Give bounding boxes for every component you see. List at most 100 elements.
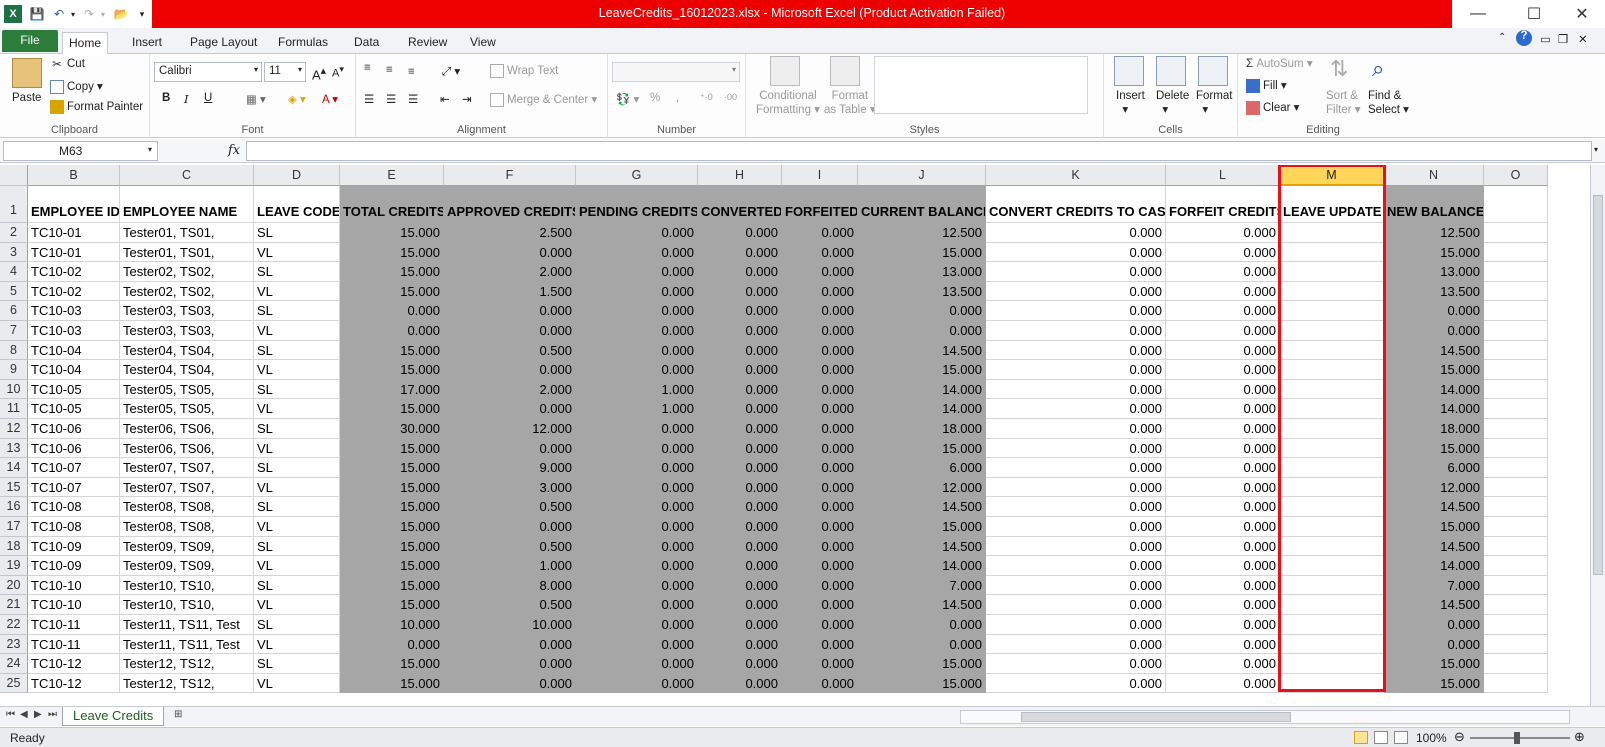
- table-cell[interactable]: Tester08, TS08,: [120, 517, 254, 537]
- table-cell[interactable]: 0.000: [1166, 438, 1280, 459]
- vertical-scroll-thumb[interactable]: [1593, 195, 1603, 575]
- column-header-c[interactable]: C: [120, 165, 254, 186]
- page-layout-view-button[interactable]: [1374, 731, 1388, 744]
- table-cell[interactable]: VL: [254, 477, 340, 498]
- table-cell[interactable]: SL: [254, 575, 340, 596]
- table-cell[interactable]: 0.000: [576, 536, 698, 557]
- table-cell[interactable]: 0.000: [444, 634, 576, 655]
- shrink-font-icon[interactable]: A▾: [332, 64, 344, 80]
- worksheet-grid[interactable]: B C D E F G H I J K L M N O 1 EMPLOYEE ID EMPLOYEE NAME L…: [0, 165, 1590, 706]
- table-cell[interactable]: 13.000: [858, 262, 986, 282]
- table-cell[interactable]: 18.000: [1384, 419, 1484, 439]
- table-cell[interactable]: [1484, 477, 1548, 498]
- table-cell[interactable]: Tester02, TS02,: [120, 262, 254, 282]
- header-cell[interactable]: CURRENT BALANCE: [858, 186, 986, 223]
- table-cell[interactable]: 0.000: [986, 223, 1166, 243]
- autosum-button[interactable]: Σ AutoSum ▾: [1246, 56, 1313, 70]
- table-cell[interactable]: 0.000: [698, 536, 782, 557]
- table-cell[interactable]: 15.000: [340, 654, 444, 674]
- column-header-k[interactable]: K: [986, 165, 1166, 186]
- table-cell[interactable]: [1280, 379, 1384, 400]
- row-header-6[interactable]: 6: [0, 301, 28, 321]
- percent-button[interactable]: %: [650, 92, 660, 104]
- table-cell[interactable]: [1280, 458, 1384, 478]
- doc-close-icon[interactable]: ✕: [1578, 32, 1588, 46]
- redo-dropdown-icon[interactable]: ▾: [94, 5, 112, 23]
- table-cell[interactable]: 15.000: [858, 438, 986, 459]
- table-cell[interactable]: TC10-12: [28, 673, 120, 694]
- table-cell[interactable]: SL: [254, 497, 340, 517]
- table-cell[interactable]: 0.000: [782, 556, 858, 576]
- table-cell[interactable]: 14.000: [858, 379, 986, 400]
- table-cell[interactable]: 1.000: [444, 556, 576, 576]
- table-cell[interactable]: [1280, 536, 1384, 557]
- table-cell[interactable]: 0.000: [576, 438, 698, 459]
- table-cell[interactable]: [1280, 281, 1384, 302]
- column-header-m[interactable]: M: [1280, 165, 1384, 186]
- table-cell[interactable]: 0.000: [1166, 321, 1280, 341]
- row-header-16[interactable]: 16: [0, 497, 28, 517]
- table-cell[interactable]: 0.000: [858, 615, 986, 635]
- table-cell[interactable]: 12.500: [1384, 223, 1484, 243]
- table-cell[interactable]: 0.000: [698, 242, 782, 263]
- table-cell[interactable]: [1484, 301, 1548, 321]
- table-cell[interactable]: [1280, 654, 1384, 674]
- table-cell[interactable]: TC10-05: [28, 399, 120, 419]
- table-cell[interactable]: [1280, 595, 1384, 615]
- borders-icon[interactable]: ▦ ▾: [246, 92, 266, 106]
- table-cell[interactable]: 12.500: [858, 223, 986, 243]
- table-cell[interactable]: 0.000: [986, 497, 1166, 517]
- maximize-button[interactable]: ☐: [1512, 0, 1556, 28]
- row-header-19[interactable]: 19: [0, 556, 28, 576]
- table-cell[interactable]: [1484, 497, 1548, 517]
- table-cell[interactable]: [1280, 242, 1384, 263]
- table-cell[interactable]: 0.000: [1166, 360, 1280, 380]
- table-cell[interactable]: 17.000: [340, 379, 444, 400]
- table-cell[interactable]: 15.000: [1384, 517, 1484, 537]
- table-cell[interactable]: 0.000: [1166, 654, 1280, 674]
- table-cell[interactable]: [1484, 340, 1548, 361]
- table-cell[interactable]: 0.000: [986, 438, 1166, 459]
- table-cell[interactable]: 9.000: [444, 458, 576, 478]
- table-cell[interactable]: SL: [254, 262, 340, 282]
- table-cell[interactable]: 0.000: [986, 595, 1166, 615]
- table-cell[interactable]: 0.000: [1166, 262, 1280, 282]
- table-cell[interactable]: Tester03, TS03,: [120, 321, 254, 341]
- table-cell[interactable]: 0.000: [1384, 615, 1484, 635]
- table-cell[interactable]: Tester06, TS06,: [120, 438, 254, 459]
- table-cell[interactable]: 0.000: [576, 497, 698, 517]
- table-cell[interactable]: 0.000: [1166, 536, 1280, 557]
- table-cell[interactable]: TC10-02: [28, 262, 120, 282]
- table-cell[interactable]: VL: [254, 242, 340, 263]
- table-cell[interactable]: 14.500: [858, 340, 986, 361]
- table-cell[interactable]: 0.000: [986, 379, 1166, 400]
- table-cell[interactable]: 0.000: [782, 458, 858, 478]
- table-cell[interactable]: Tester03, TS03,: [120, 301, 254, 321]
- table-cell[interactable]: [1280, 517, 1384, 537]
- table-cell[interactable]: 0.000: [340, 301, 444, 321]
- table-cell[interactable]: 15.000: [340, 360, 444, 380]
- table-cell[interactable]: TC10-11: [28, 615, 120, 635]
- table-cell[interactable]: 0.000: [986, 575, 1166, 596]
- table-cell[interactable]: TC10-05: [28, 379, 120, 400]
- table-cell[interactable]: 0.000: [986, 673, 1166, 694]
- paste-icon[interactable]: [12, 58, 42, 88]
- header-cell[interactable]: [1484, 186, 1548, 223]
- zoom-out-icon[interactable]: ⊖: [1454, 729, 1465, 745]
- name-box-dropdown-icon[interactable]: ▾: [148, 145, 152, 154]
- table-cell[interactable]: Tester10, TS10,: [120, 575, 254, 596]
- table-cell[interactable]: 15.000: [858, 673, 986, 694]
- row-header-15[interactable]: 15: [0, 477, 28, 498]
- table-cell[interactable]: [1484, 556, 1548, 576]
- tab-insert[interactable]: Insert: [126, 32, 168, 54]
- save-icon[interactable]: 💾: [28, 5, 46, 23]
- row-header-20[interactable]: 20: [0, 575, 28, 596]
- table-cell[interactable]: 15.000: [340, 517, 444, 537]
- table-cell[interactable]: 15.000: [340, 242, 444, 263]
- column-header-j[interactable]: J: [858, 165, 986, 186]
- table-cell[interactable]: 15.000: [340, 281, 444, 302]
- header-cell[interactable]: CONVERTED: [698, 186, 782, 223]
- table-cell[interactable]: 18.000: [858, 419, 986, 439]
- row-header-22[interactable]: 22: [0, 615, 28, 635]
- row-header-7[interactable]: 7: [0, 321, 28, 341]
